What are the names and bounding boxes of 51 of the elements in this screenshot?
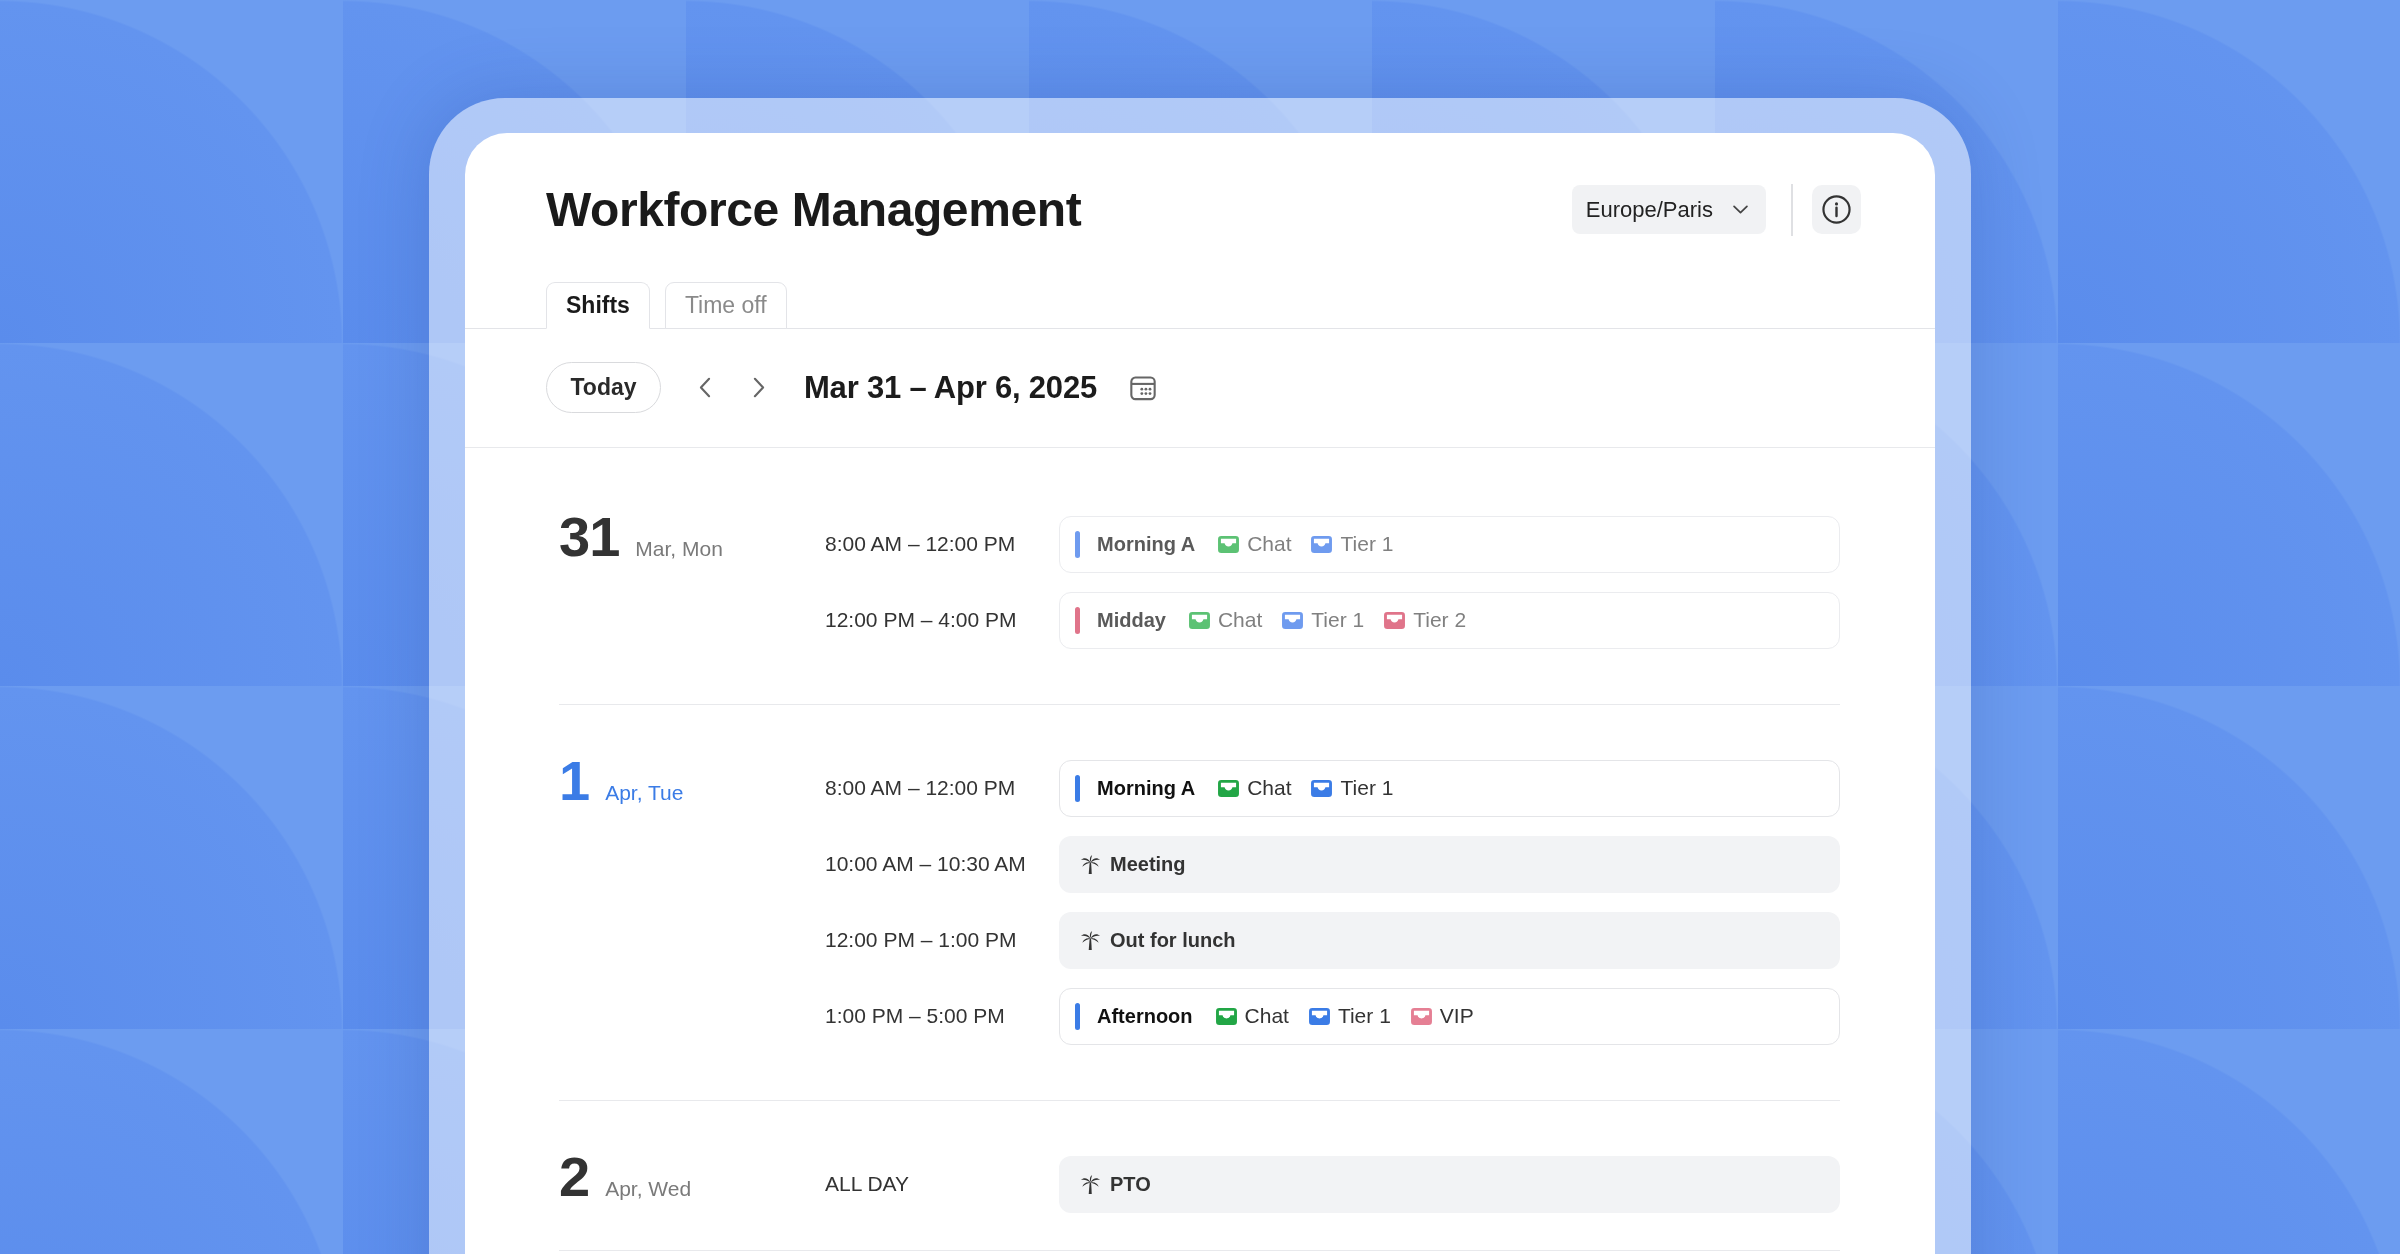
time-range: 1:00 PM – 5:00 PM: [825, 1004, 1006, 1028]
day-number: 1: [559, 759, 590, 802]
shift-card[interactable]: Midday Chat Tier 1 Tier 2: [1059, 591, 1840, 649]
tag-label: Chat: [1244, 1004, 1289, 1028]
time-off-card[interactable]: Meeting: [1059, 835, 1840, 893]
tag-label: Tier 1: [1311, 608, 1365, 632]
tab[interactable]: Shifts: [546, 282, 650, 329]
time-off-label: Out for lunch: [1110, 928, 1236, 952]
shift-name: Midday: [1097, 608, 1166, 632]
info-button[interactable]: [1812, 185, 1861, 234]
timezone-dropdown[interactable]: Europe/Paris: [1571, 185, 1766, 234]
shift-card[interactable]: Morning A Chat Tier 1: [1059, 515, 1840, 573]
time-off-label: PTO: [1110, 1172, 1151, 1196]
palm-tree-icon: [1080, 1173, 1101, 1195]
chevron-left-icon: [699, 377, 711, 398]
shift-name: Afternoon: [1097, 1004, 1193, 1028]
day-number: 31: [559, 515, 620, 558]
tag-label: Tier 2: [1413, 608, 1467, 632]
day-label: Apr, Wed: [605, 1176, 692, 1201]
info-icon: [1822, 195, 1851, 224]
time-off-label: Meeting: [1110, 852, 1186, 876]
chevron-down-icon: [1733, 205, 1748, 214]
time-off-card[interactable]: Out for lunch: [1059, 911, 1840, 969]
time-range: ALL DAY: [825, 1172, 911, 1196]
chevron-right-icon: [753, 377, 765, 398]
shift-card[interactable]: Morning A Chat Tier 1: [1059, 759, 1840, 817]
tag-label: VIP: [1439, 1004, 1474, 1028]
calendar-icon: [1128, 373, 1157, 402]
date-range-title: Mar 31 – Apr 6, 2025: [804, 369, 1097, 406]
shift-name: Morning A: [1097, 776, 1196, 800]
tag-label: Tier 1: [1340, 776, 1394, 800]
shift-card[interactable]: Afternoon Chat Tier 1 VIP: [1059, 987, 1840, 1045]
day-label: Mar, Mon: [635, 536, 723, 561]
shift-name: Morning A: [1097, 532, 1196, 556]
tag-label: Chat: [1247, 532, 1292, 556]
tag-label: Chat: [1217, 608, 1263, 632]
time-off-card[interactable]: PTO: [1059, 1155, 1840, 1213]
palm-tree-icon: [1080, 853, 1101, 875]
day-number: 2: [559, 1155, 590, 1198]
day-label: Apr, Tue: [605, 780, 684, 805]
tag-label: Tier 1: [1340, 532, 1394, 556]
today-button[interactable]: Today: [546, 362, 661, 413]
time-range: 12:00 PM – 4:00 PM: [825, 608, 1018, 632]
tag-label: Chat: [1247, 776, 1292, 800]
time-range: 10:00 AM – 10:30 AM: [825, 852, 1027, 876]
time-range: 12:00 PM – 1:00 PM: [825, 928, 1018, 952]
palm-tree-icon: [1080, 929, 1101, 951]
time-range: 8:00 AM – 12:00 PM: [825, 776, 1017, 800]
time-range: 8:00 AM – 12:00 PM: [825, 532, 1017, 556]
tag-label: Tier 1: [1337, 1004, 1391, 1028]
page-title: Workforce Management: [546, 185, 1082, 234]
